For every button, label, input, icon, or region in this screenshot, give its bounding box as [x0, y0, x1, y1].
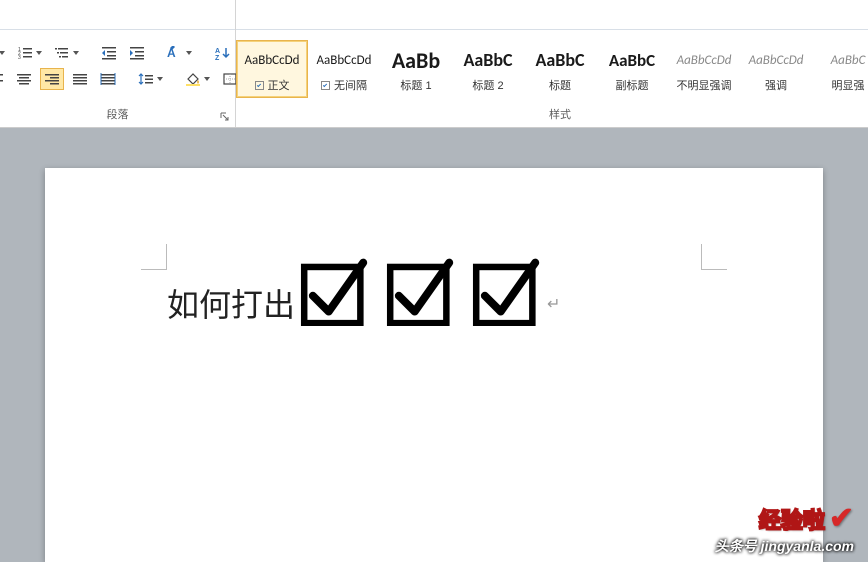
watermark-line1: 经验啦✔ [759, 501, 854, 536]
line-spacing-button[interactable] [134, 68, 167, 90]
document-content[interactable]: 如何打出 ↵ [167, 254, 701, 326]
align-left-button[interactable] [0, 68, 8, 90]
align-distribute-button[interactable] [96, 68, 120, 90]
paint-bucket-icon [185, 72, 201, 86]
bullets-button[interactable] [0, 42, 9, 64]
style-item-1[interactable]: AaBbCcDd 无间隔 [308, 40, 380, 98]
increase-indent-button[interactable] [125, 42, 149, 64]
multilevel-icon [54, 46, 70, 60]
style-item-6[interactable]: AaBbCcDd 不明显强调 [668, 40, 740, 98]
style-name-label: 副标题 [616, 77, 649, 93]
style-item-5[interactable]: AaBbC 副标题 [596, 40, 668, 98]
asian-layout-icon: A [167, 46, 183, 60]
style-preview: AaBbC [463, 45, 512, 75]
sort-icon: AZ [214, 46, 230, 60]
align-right-button[interactable] [40, 68, 64, 90]
style-name-label: 标题 2 [472, 77, 503, 93]
page[interactable]: 如何打出 ↵ [45, 168, 823, 562]
style-item-2[interactable]: AaBb 标题 1 [380, 40, 452, 98]
style-preview: AaBb [392, 45, 440, 75]
margin-corner-tr [701, 244, 727, 270]
style-item-4[interactable]: AaBbC 标题 [524, 40, 596, 98]
styles-gallery: AaBbCcDd正文AaBbCcDd无间隔AaBb标题 1AaBbC标题 2Aa… [236, 40, 868, 98]
align-justify-button[interactable] [68, 68, 92, 90]
document-area: 如何打出 ↵ [0, 128, 868, 562]
decrease-indent-button[interactable] [97, 42, 121, 64]
styles-group: AaBbCcDd正文AaBbCcDd无间隔AaBb标题 1AaBbC标题 2Aa… [236, 0, 868, 127]
style-preview: AaBbCcDd [317, 45, 372, 75]
paragraph-mark: ↵ [547, 294, 560, 314]
watermark-check-icon: ✔ [829, 501, 854, 536]
style-preview: AaBbCcDd [677, 45, 732, 75]
style-name-label: 正文 [255, 77, 290, 93]
align-left-icon [0, 72, 4, 86]
paragraph-row1: 123 A AZ [0, 42, 260, 64]
svg-text:Z: Z [215, 55, 220, 60]
align-right-icon [44, 72, 60, 86]
paragraph-row2 [0, 68, 251, 90]
document-text: 如何打出 [167, 280, 295, 326]
checkbox-symbols [297, 254, 541, 326]
shading-button[interactable] [181, 68, 214, 90]
style-name-label: 标题 1 [400, 77, 431, 93]
style-preview: AaBbC [535, 45, 584, 75]
align-distribute-icon [100, 72, 116, 86]
style-item-3[interactable]: AaBbC 标题 2 [452, 40, 524, 98]
multilevel-list-button[interactable] [50, 42, 83, 64]
line-spacing-icon [138, 72, 154, 86]
style-name-label: 明显强 [832, 77, 865, 93]
svg-text:3: 3 [18, 55, 21, 60]
numbering-button[interactable]: 123 [13, 42, 46, 64]
style-preview: AaBbC [609, 45, 655, 75]
sort-button[interactable]: AZ [210, 42, 234, 64]
checked-box-icon [383, 254, 455, 326]
dialog-launcher-icon [220, 112, 230, 122]
style-item-7[interactable]: AaBbCcDd 强调 [740, 40, 812, 98]
style-preview: AaBbCcDd [749, 45, 804, 75]
style-preview: AaBbCcDd [245, 45, 300, 75]
style-name-label: 无间隔 [321, 77, 367, 93]
paragraph-group: 123 A AZ [0, 0, 236, 127]
style-name-label: 不明显强调 [677, 77, 732, 93]
margin-corner-tl [141, 244, 167, 270]
style-preview: AaBbC [831, 45, 866, 75]
style-name-label: 强调 [765, 77, 787, 93]
watermark: 经验啦✔ 头条号 jingyanla.com [715, 501, 854, 556]
checked-box-icon [469, 254, 541, 326]
style-item-0[interactable]: AaBbCcDd 正文 [236, 40, 308, 98]
asian-layout-button[interactable]: A [163, 42, 196, 64]
ribbon: 123 A AZ [0, 0, 868, 128]
checked-box-icon [297, 254, 369, 326]
align-justify-icon [72, 72, 88, 86]
style-item-8[interactable]: AaBbC 明显强 [812, 40, 868, 98]
styles-group-label: 样式 [549, 106, 571, 125]
decrease-indent-icon [101, 46, 117, 60]
numbering-icon: 123 [17, 46, 33, 60]
svg-text:A: A [215, 48, 220, 55]
paragraph-dialog-launcher[interactable] [218, 110, 232, 124]
watermark-line2: 头条号 jingyanla.com [715, 536, 854, 556]
align-center-button[interactable] [12, 68, 36, 90]
align-center-icon [16, 72, 32, 86]
paragraph-group-label: 段落 [107, 106, 129, 125]
style-name-label: 标题 [549, 77, 571, 93]
increase-indent-icon [129, 46, 145, 60]
